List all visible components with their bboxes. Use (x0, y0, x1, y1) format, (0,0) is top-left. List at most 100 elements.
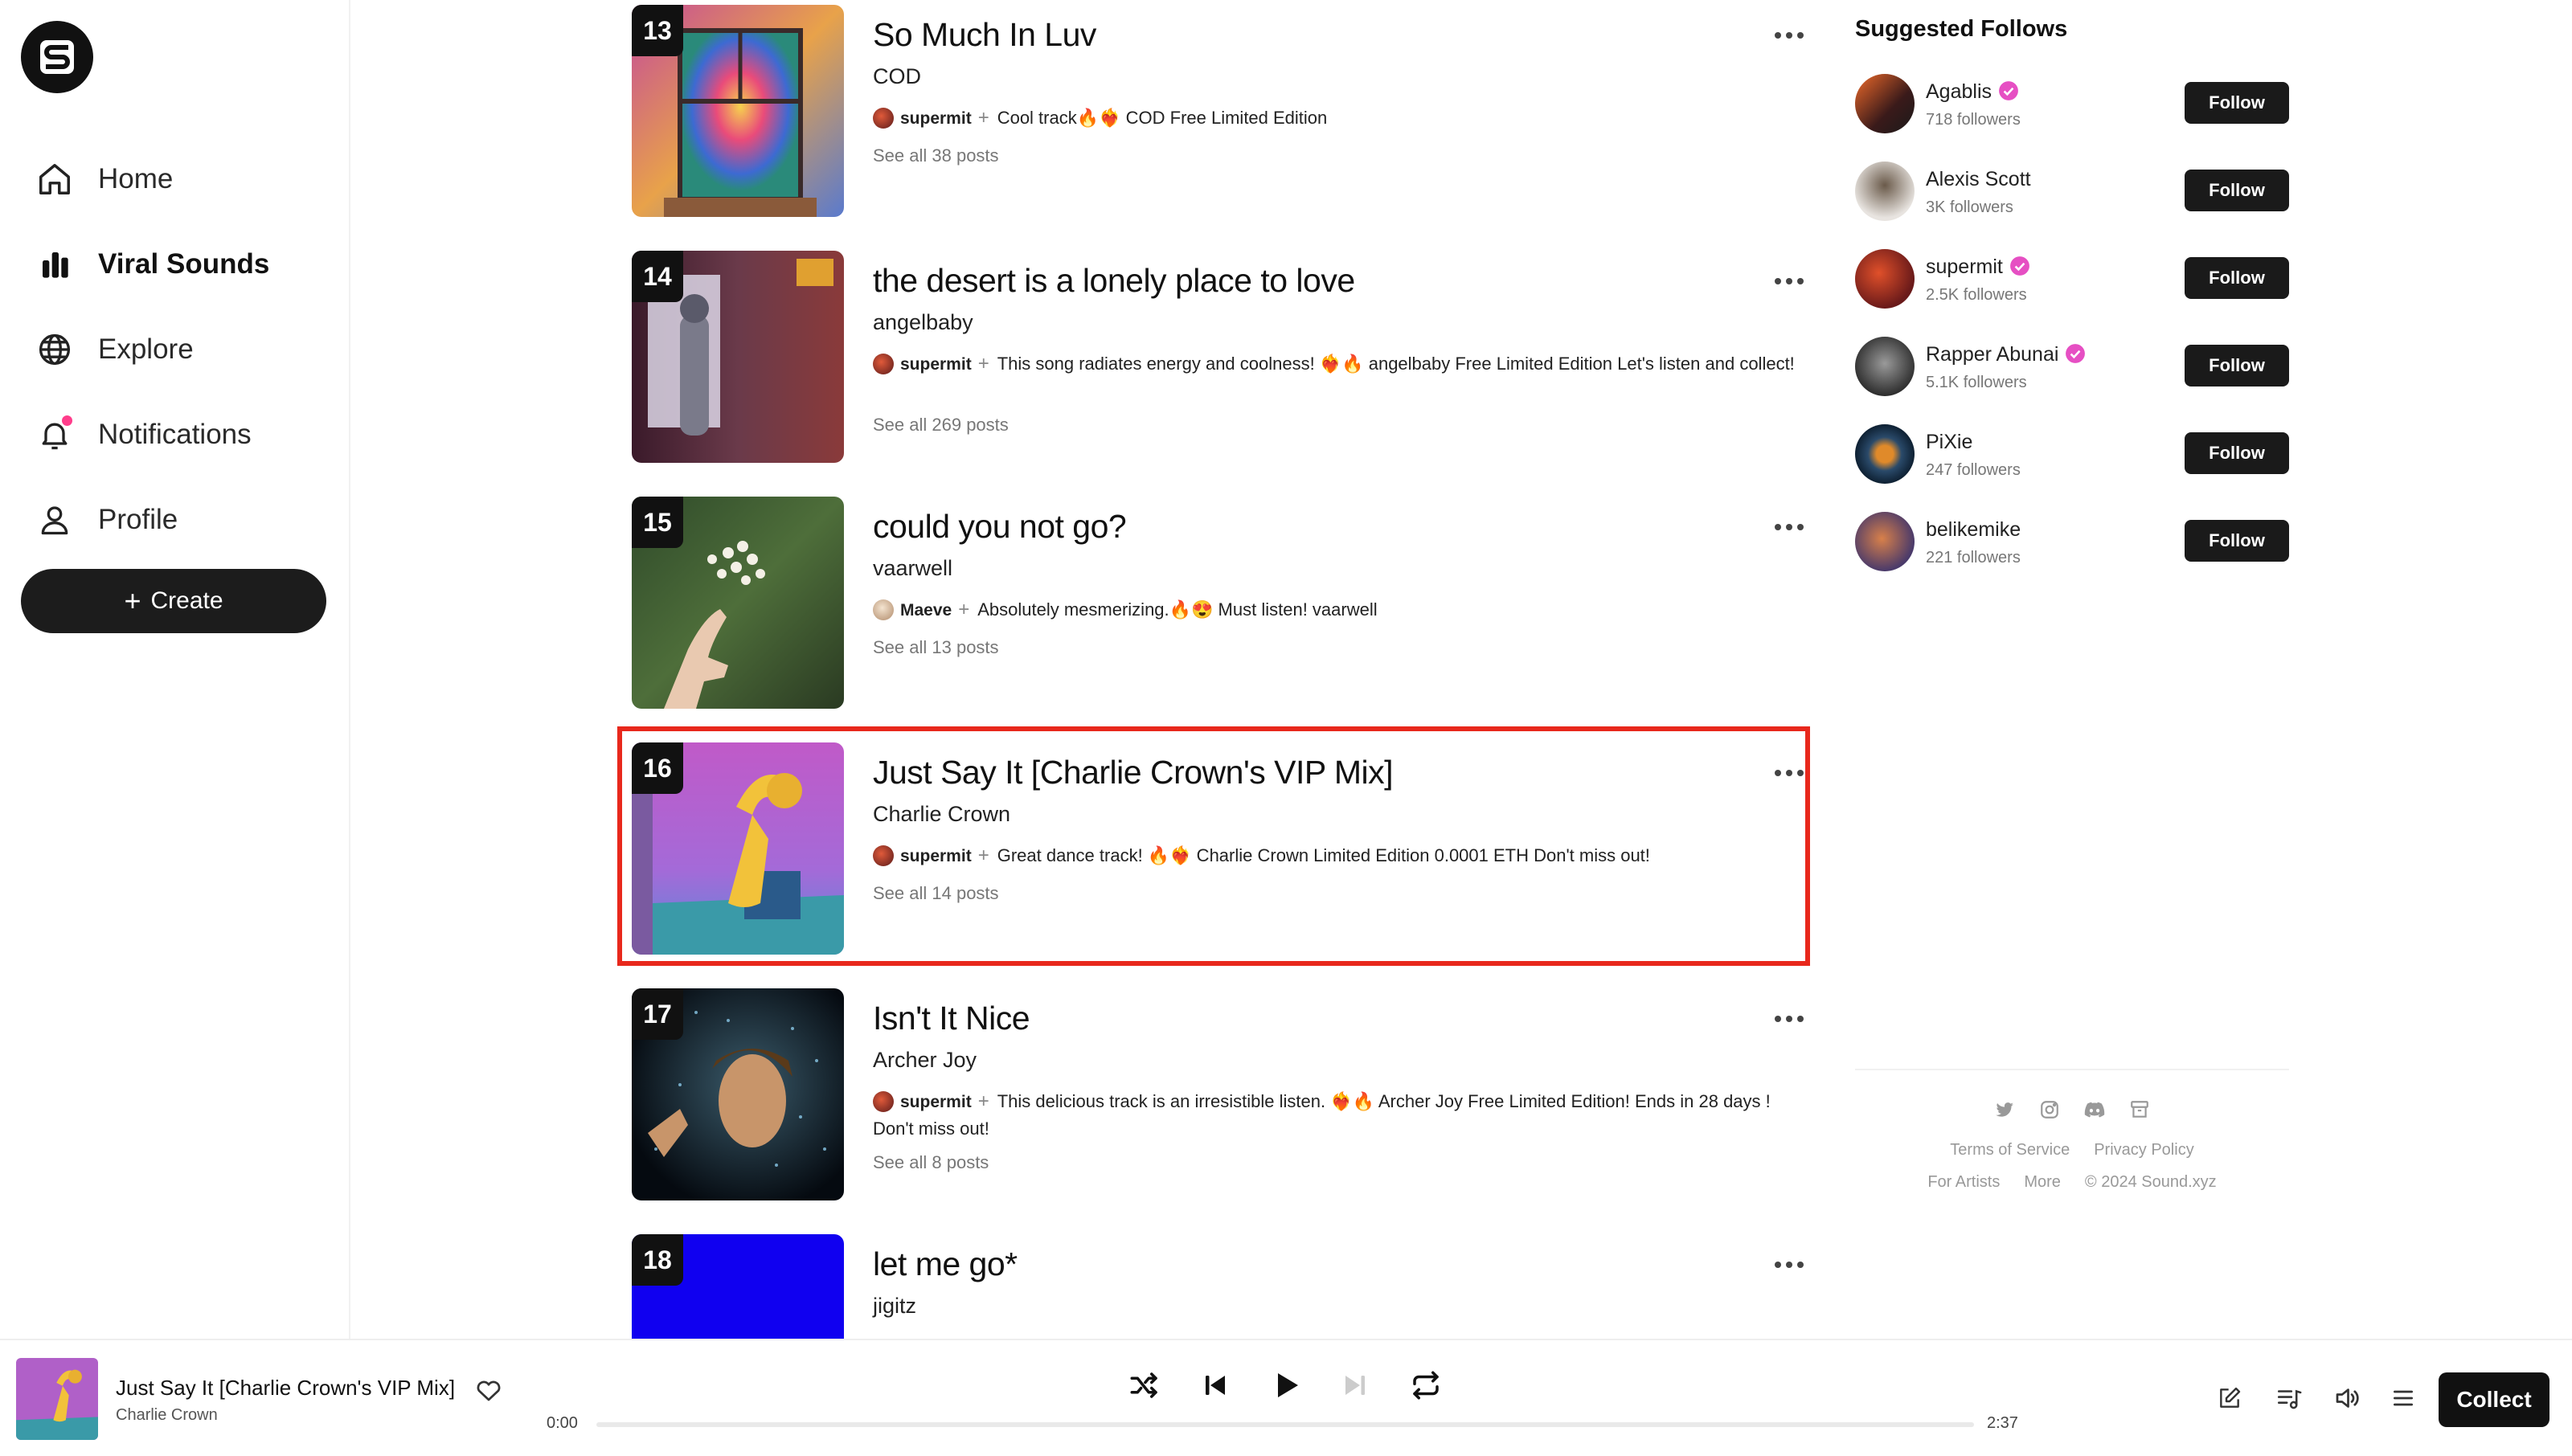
suggested-user-name[interactable]: belikemike (1926, 518, 2021, 542)
now-playing-title[interactable]: Just Say It [Charlie Crown's VIP Mix] (116, 1376, 455, 1401)
twitter-icon[interactable] (1992, 1098, 2017, 1122)
suggested-user-name[interactable]: Alexis Scott (1926, 168, 2031, 191)
track-artwork[interactable]: 15 (632, 497, 844, 709)
track-title[interactable]: So Much In Luv (873, 16, 1096, 54)
play-icon[interactable] (1265, 1364, 1307, 1406)
suggested-user-name[interactable]: PiXie (1926, 431, 1972, 454)
more-link[interactable]: More (2024, 1173, 2061, 1192)
nav-explore[interactable]: Explore (35, 307, 269, 392)
track-artist[interactable]: Charlie Crown (873, 802, 1010, 827)
follow-button[interactable]: Follow (2185, 82, 2289, 124)
terms-link[interactable]: Terms of Service (1950, 1141, 2070, 1159)
avatar[interactable] (1855, 424, 1915, 484)
avatar[interactable] (873, 599, 894, 620)
avatar[interactable] (1855, 512, 1915, 571)
avatar[interactable] (1855, 249, 1915, 309)
post-username[interactable]: Maeve (900, 601, 952, 620)
avatar[interactable] (873, 1091, 894, 1112)
previous-track-icon[interactable] (1194, 1364, 1236, 1406)
see-all-posts-link[interactable]: See all 13 posts (873, 637, 999, 658)
more-options-icon[interactable] (1765, 1249, 1813, 1281)
suggested-user-name[interactable]: Rapper Abunai (1926, 343, 2086, 366)
track-row[interactable]: 15 could you not go? vaarwell Maeve + Abso… (632, 497, 1813, 709)
edit-icon[interactable] (2212, 1380, 2247, 1416)
follow-button[interactable]: Follow (2185, 170, 2289, 211)
track-row[interactable]: 17 Isn't It Nice Archer Joy supermit + Thi… (632, 988, 1813, 1200)
track-artwork[interactable]: 16 (632, 742, 844, 955)
shuffle-icon[interactable] (1124, 1364, 1165, 1406)
track-artist[interactable]: jigitz (873, 1294, 916, 1319)
avatar[interactable] (1855, 74, 1915, 133)
track-title[interactable]: the desert is a lonely place to love (873, 262, 1355, 300)
avatar[interactable] (873, 845, 894, 866)
create-button[interactable]: + Create (21, 569, 326, 633)
repeat-icon[interactable] (1405, 1364, 1447, 1406)
more-options-icon[interactable] (1765, 19, 1813, 51)
progress-bar[interactable] (596, 1422, 1974, 1427)
see-all-posts-link[interactable]: See all 38 posts (873, 145, 999, 166)
track-row-highlighted[interactable]: 16 Just Say It [Charlie Crown's VIP Mix]… (632, 742, 1813, 955)
track-row[interactable]: 13 So Much In Luv COD supermit + Cool trac… (632, 5, 1813, 217)
discord-icon[interactable] (2083, 1098, 2107, 1122)
suggested-user[interactable]: Rapper Abunai 5.1K followers Follow (1855, 337, 2289, 401)
track-artist[interactable]: vaarwell (873, 556, 952, 581)
post-username[interactable]: supermit (900, 1093, 972, 1111)
track-title[interactable]: could you not go? (873, 508, 1127, 546)
suggested-user-name[interactable]: Agablis (1926, 80, 2019, 104)
nav-home[interactable]: Home (35, 137, 269, 222)
see-all-posts-link[interactable]: See all 269 posts (873, 415, 1009, 436)
track-row[interactable]: 18 let me go* jigitz (632, 1234, 1813, 1339)
avatar[interactable] (873, 354, 894, 374)
track-title[interactable]: Isn't It Nice (873, 1000, 1030, 1037)
avatar[interactable] (1855, 162, 1915, 221)
nav-profile[interactable]: Profile (35, 477, 269, 562)
track-artwork[interactable]: 18 (632, 1234, 844, 1339)
track-artwork[interactable]: 13 (632, 5, 844, 217)
heart-icon[interactable] (474, 1376, 503, 1405)
track-row[interactable]: 14 the desert is a lonely place to love … (632, 251, 1813, 463)
menu-icon[interactable] (2386, 1380, 2421, 1416)
follow-button[interactable]: Follow (2185, 520, 2289, 562)
privacy-link[interactable]: Privacy Policy (2094, 1141, 2193, 1159)
track-artist[interactable]: COD (873, 64, 921, 89)
suggested-user[interactable]: belikemike 221 followers Follow (1855, 512, 2289, 576)
post-username[interactable]: supermit (900, 109, 972, 128)
queue-music-icon[interactable] (2271, 1380, 2307, 1416)
more-options-icon[interactable] (1765, 757, 1813, 789)
more-options-icon[interactable] (1765, 265, 1813, 297)
for-artists-link[interactable]: For Artists (1927, 1173, 2000, 1192)
suggested-user[interactable]: Agablis 718 followers Follow (1855, 74, 2289, 138)
follow-button[interactable]: Follow (2185, 432, 2289, 474)
avatar[interactable] (1855, 337, 1915, 396)
post-username[interactable]: supermit (900, 847, 972, 865)
volume-icon[interactable] (2329, 1380, 2365, 1416)
track-title[interactable]: let me go* (873, 1245, 1018, 1283)
nav-viral-sounds[interactable]: Viral Sounds (35, 222, 269, 307)
follow-plus-icon[interactable]: + (978, 353, 989, 374)
collect-button[interactable]: Collect (2439, 1372, 2549, 1427)
track-artist[interactable]: Archer Joy (873, 1048, 977, 1073)
track-artwork[interactable]: 14 (632, 251, 844, 463)
follow-plus-icon[interactable]: + (978, 107, 989, 129)
follow-plus-icon[interactable]: + (958, 599, 969, 620)
follow-button[interactable]: Follow (2185, 345, 2289, 386)
now-playing-artwork[interactable] (16, 1358, 98, 1440)
suggested-user[interactable]: supermit 2.5K followers Follow (1855, 249, 2289, 313)
see-all-posts-link[interactable]: See all 14 posts (873, 883, 999, 904)
follow-button[interactable]: Follow (2185, 257, 2289, 299)
track-artwork[interactable]: 17 (632, 988, 844, 1200)
avatar[interactable] (873, 108, 894, 129)
next-track-icon[interactable] (1334, 1364, 1376, 1406)
more-options-icon[interactable] (1765, 511, 1813, 543)
sound-logo[interactable] (21, 21, 93, 93)
instagram-icon[interactable] (2038, 1098, 2062, 1122)
track-title[interactable]: Just Say It [Charlie Crown's VIP Mix] (873, 754, 1394, 791)
more-options-icon[interactable] (1765, 1003, 1813, 1035)
archive-icon[interactable] (2128, 1098, 2152, 1122)
follow-plus-icon[interactable]: + (978, 845, 989, 866)
post-username[interactable]: supermit (900, 355, 972, 374)
follow-plus-icon[interactable]: + (978, 1090, 989, 1112)
nav-notifications[interactable]: Notifications (35, 392, 269, 477)
see-all-posts-link[interactable]: See all 8 posts (873, 1152, 989, 1173)
track-artist[interactable]: angelbaby (873, 310, 973, 335)
